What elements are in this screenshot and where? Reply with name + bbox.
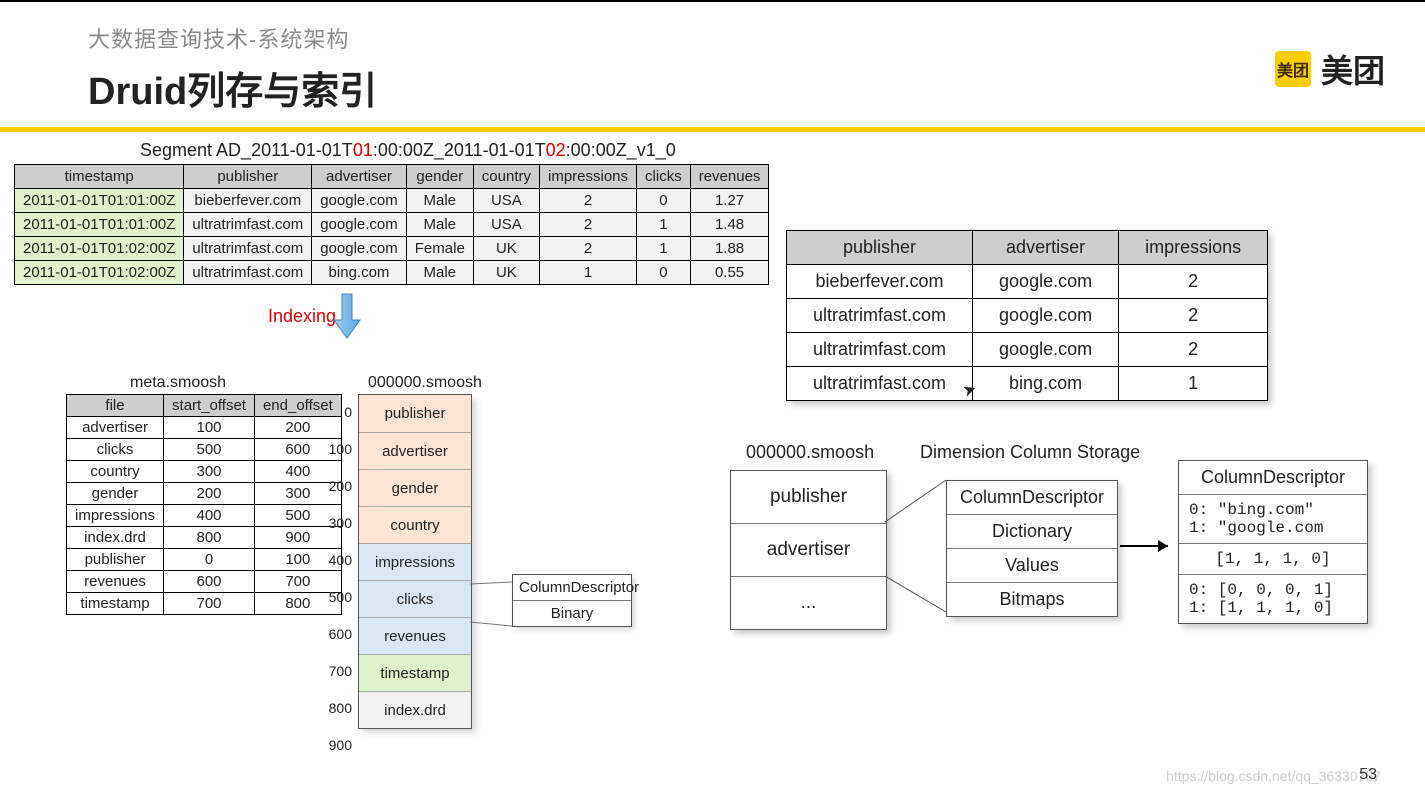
smoosh-block: gender (359, 469, 471, 506)
smoosh-block: revenues (359, 617, 471, 654)
smoosh2-box: publisheradvertiser... (730, 470, 887, 630)
smoosh-block: country (359, 506, 471, 543)
dimension-label: Dimension Column Storage (920, 442, 1140, 463)
logo-text: 美团 (1321, 46, 1385, 92)
header: 大数据查询技术-系统架构 Druid列存与索引 (0, 2, 1425, 115)
advertiser-bitmaps: 0: [0, 0, 0, 1] 1: [1, 1, 1, 0] (1179, 574, 1367, 623)
descriptor-box: ColumnDescriptorDictionaryValuesBitmaps (946, 480, 1118, 617)
canvas: Segment AD_2011-01-01T01:00:00Z_2011-01-… (0, 132, 1425, 792)
advertiser-detail-title: ColumnDescriptor (1179, 461, 1367, 494)
binary-box: ColumnDescriptorBinary (512, 574, 632, 627)
smoosh-block: advertiser (359, 432, 471, 469)
smoosh-block: clicks (359, 580, 471, 617)
logo-badge: 美团 (1275, 51, 1311, 87)
smoosh2-title: 000000.smoosh (746, 442, 874, 463)
smoosh-block: impressions (359, 543, 471, 580)
indexing-label: Indexing (268, 306, 336, 327)
meta-table: filestart_offsetend_offsetadvertiser1002… (66, 394, 342, 615)
page-number: 53 (1359, 766, 1377, 784)
smoosh-block: timestamp (359, 654, 471, 691)
smoosh-title: 000000.smoosh (368, 374, 482, 392)
slide: 大数据查询技术-系统架构 Druid列存与索引 美团 美团 Segment AD… (0, 2, 1425, 800)
subtitle: 大数据查询技术-系统架构 (88, 22, 1425, 54)
advertiser-dict: 0: "bing.com" 1: "google.com (1179, 494, 1367, 543)
segment-table: timestamppublisheradvertisergendercountr… (14, 164, 769, 285)
smoosh-file: publisheradvertisergendercountryimpressi… (358, 394, 472, 729)
logo: 美团 美团 (1275, 46, 1385, 92)
smoosh-ticks: 0100200300400500600700800900 (326, 394, 352, 764)
smoosh-block: index.drd (359, 691, 471, 728)
title: Druid列存与索引 (88, 60, 1425, 115)
meta-title: meta.smoosh (130, 374, 226, 392)
segment-label: Segment AD_2011-01-01T01:00:00Z_2011-01-… (140, 140, 676, 161)
advertiser-values: [1, 1, 1, 0] (1179, 543, 1367, 574)
smoosh-block: publisher (359, 395, 471, 432)
selection-table: publisheradvertiserimpressionsbieberfeve… (786, 230, 1268, 401)
arrow-down-icon (332, 292, 362, 340)
advertiser-detail: ColumnDescriptor 0: "bing.com" 1: "googl… (1178, 460, 1368, 624)
watermark: https://blog.csdn.net/qq_36330757 (1166, 768, 1381, 784)
